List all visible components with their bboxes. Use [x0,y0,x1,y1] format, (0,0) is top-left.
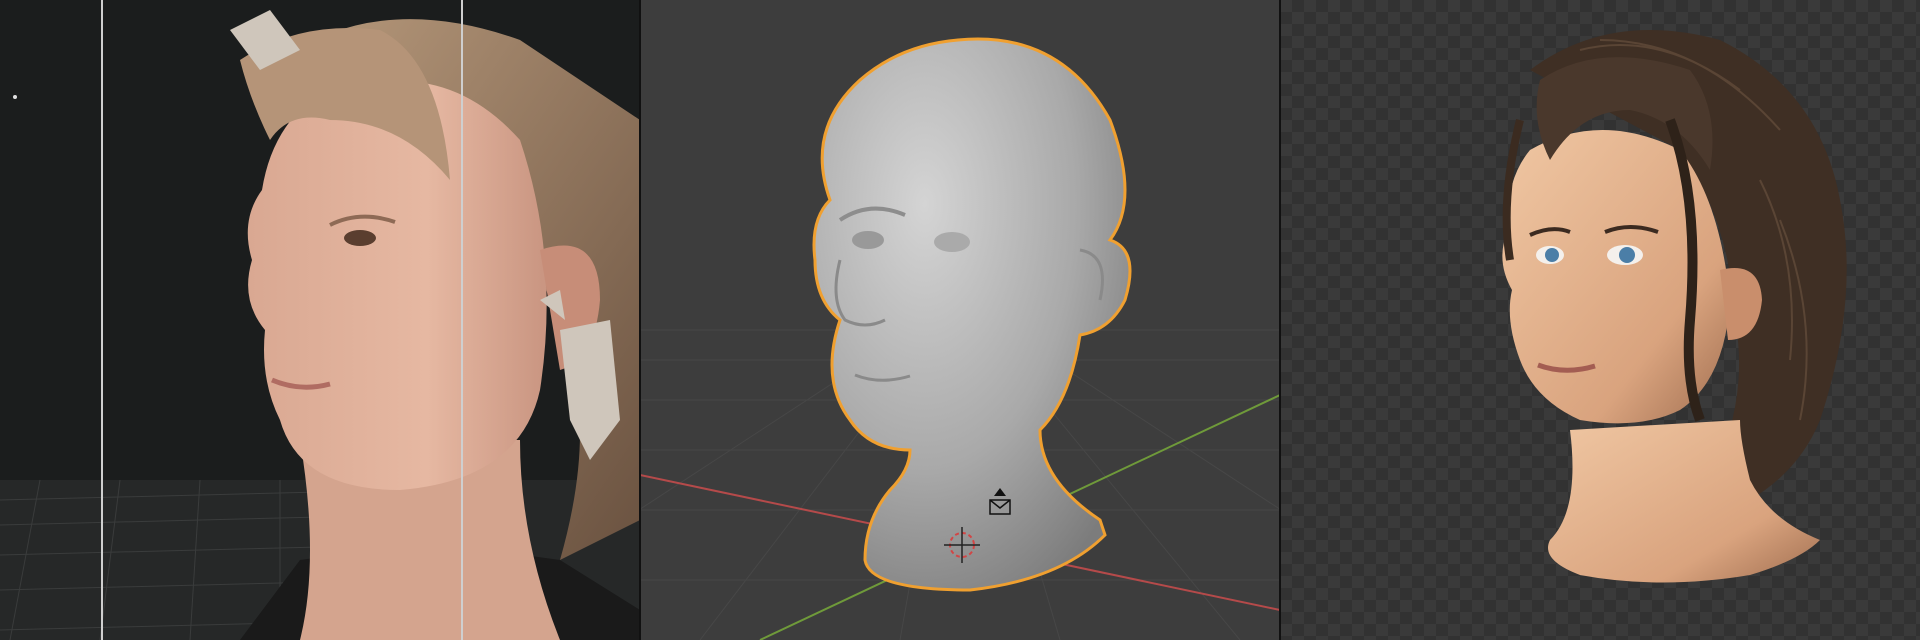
reference-to-render-strip [0,0,1920,640]
viewport-sculpt-panel[interactable] [640,0,1280,640]
final-render [1502,30,1847,583]
sculpt-viewport[interactable] [640,0,1280,640]
final-render-panel [1280,0,1920,640]
panel-divider [639,0,641,640]
reference-photo-panel [0,0,640,640]
panel-divider [1279,0,1281,640]
reference-photo [0,0,640,640]
